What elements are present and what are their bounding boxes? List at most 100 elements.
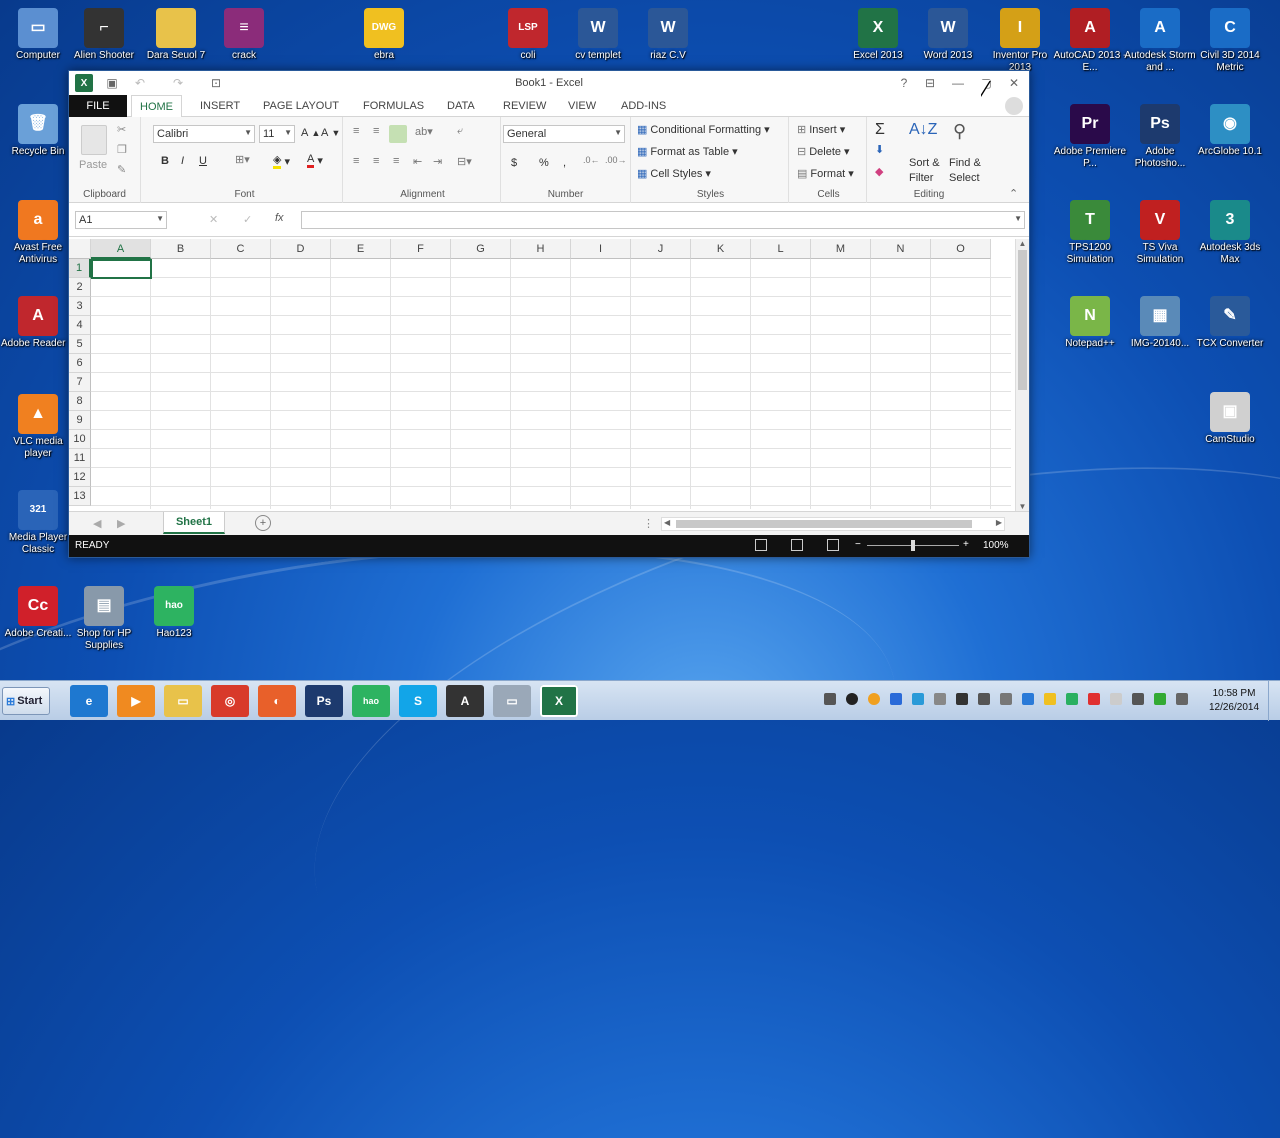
horizontal-scrollbar[interactable]: ◀ ▶	[661, 517, 1005, 531]
name-box[interactable]: A1 ▼	[75, 211, 167, 229]
enter-icon[interactable]: ✓	[243, 213, 252, 226]
desktop-icon[interactable]: Pr Adobe Premiere P...	[1052, 104, 1128, 170]
new-sheet-icon[interactable]: +	[255, 515, 271, 531]
tray-icon[interactable]	[846, 693, 858, 705]
desktop-icon[interactable]: LSP coli	[490, 8, 566, 62]
cancel-icon[interactable]: ✕	[209, 213, 218, 226]
cell-styles-button[interactable]: ▦ Cell Styles ▾	[637, 167, 711, 181]
row-header[interactable]: 9	[69, 411, 91, 430]
tray-icon[interactable]	[1066, 693, 1078, 705]
page-layout-view-icon[interactable]	[791, 539, 803, 551]
paste-button[interactable]: Paste	[79, 159, 107, 171]
power-icon[interactable]	[1176, 693, 1188, 705]
row-header[interactable]: 2	[69, 278, 91, 297]
desktop-icon[interactable]: V TS Viva Simulation	[1122, 200, 1198, 266]
desktop-icon[interactable]: A Autodesk Storm and ...	[1122, 8, 1198, 74]
row-header[interactable]: 4	[69, 316, 91, 335]
tray-icon[interactable]	[1044, 693, 1056, 705]
tab-file[interactable]: FILE	[69, 95, 127, 117]
fill-icon[interactable]: ⬇	[875, 143, 884, 156]
desktop-icon[interactable]: C Civil 3D 2014 Metric	[1192, 8, 1268, 74]
firefox-icon[interactable]: ◐	[258, 685, 296, 717]
column-header[interactable]: A	[91, 239, 151, 259]
zoom-slider[interactable]	[867, 540, 959, 551]
row-header[interactable]: 7	[69, 373, 91, 392]
ie-icon[interactable]: e	[70, 685, 108, 717]
font-size-select[interactable]: 11 ▼	[259, 125, 295, 143]
row-header[interactable]: 1	[69, 259, 91, 278]
desktop-icon[interactable]: ▭ Computer	[0, 8, 76, 62]
column-header[interactable]: B	[151, 239, 211, 259]
tab-add-ins[interactable]: ADD-INS	[621, 100, 666, 112]
desktop-icon[interactable]: ▦ IMG-20140...	[1122, 296, 1198, 350]
delete-cells-button[interactable]: ⊟ Delete ▾	[797, 145, 850, 159]
user-avatar-icon[interactable]	[1005, 97, 1023, 115]
desktop-icon[interactable]: hao Hao123	[136, 586, 212, 640]
help-button[interactable]: ?	[895, 74, 913, 92]
desktop-icon[interactable]: A Adobe Reader X	[0, 296, 76, 350]
underline-button[interactable]: U	[199, 155, 207, 167]
scroll-left-icon[interactable]: ◀	[664, 518, 670, 527]
decrease-decimal-icon[interactable]: .00→	[605, 155, 627, 165]
desktop-icon[interactable]: T TPS1200 Simulation	[1052, 200, 1128, 266]
hscroll-thumb[interactable]	[676, 520, 972, 528]
tray-icon[interactable]	[1088, 693, 1100, 705]
borders-icon[interactable]: ⊞▾	[235, 153, 250, 166]
volume-icon[interactable]	[978, 693, 990, 705]
normal-view-icon[interactable]	[755, 539, 767, 551]
formula-input[interactable]: ▼	[301, 211, 1025, 229]
desktop-icon[interactable]: 🗑 Recycle Bin	[0, 104, 76, 158]
hscroll-split-icon[interactable]: ⋮	[643, 517, 654, 530]
bold-button[interactable]: B	[161, 155, 169, 167]
column-header[interactable]: M	[811, 239, 871, 259]
scroll-right-icon[interactable]: ▶	[996, 518, 1002, 527]
next-sheet-icon[interactable]: ▶	[117, 517, 125, 530]
battery-icon[interactable]	[1154, 693, 1166, 705]
column-header[interactable]: D	[271, 239, 331, 259]
desktop-icon[interactable]: Dara Seuol 7	[138, 8, 214, 62]
grow-font-icon[interactable]: A ▲	[301, 127, 320, 139]
paste-icon[interactable]	[81, 125, 107, 155]
excel-icon[interactable]: X	[540, 685, 578, 717]
copy-icon[interactable]: ❐	[117, 143, 127, 156]
row-header[interactable]: 8	[69, 392, 91, 411]
prev-sheet-icon[interactable]: ◀	[93, 517, 101, 530]
desktop-icon[interactable]: ◉ ArcGlobe 10.1	[1192, 104, 1268, 158]
hao123-icon[interactable]: hao	[352, 685, 390, 717]
insert-cells-button[interactable]: ⊞ Insert ▾	[797, 123, 845, 137]
desktop-icon[interactable]: a Avast Free Antivirus	[0, 200, 76, 266]
desktop-icon[interactable]: A AutoCAD 2013 - E...	[1052, 8, 1128, 74]
tray-icon[interactable]	[824, 693, 836, 705]
align-center-icon[interactable]: ≡	[373, 155, 379, 167]
page-break-view-icon[interactable]	[827, 539, 839, 551]
scroll-down-icon[interactable]: ▼	[1016, 502, 1029, 511]
tray-icon[interactable]	[868, 693, 880, 705]
sort-filter-icon[interactable]: A↓Z	[909, 121, 937, 139]
tray-icon[interactable]	[1022, 693, 1034, 705]
italic-button[interactable]: I	[181, 155, 184, 167]
find-select-label[interactable]: Find &	[949, 157, 981, 169]
zoom-in-icon[interactable]: +	[963, 539, 969, 550]
desktop-icon[interactable]: ▣ CamStudio	[1192, 392, 1268, 446]
media-player-icon[interactable]: ▶	[117, 685, 155, 717]
desktop-icon[interactable]: N Notepad++	[1052, 296, 1128, 350]
desktop-icon[interactable]: ▲ VLC media player	[0, 394, 76, 460]
desktop-icon[interactable]: X Excel 2013	[840, 8, 916, 62]
collapse-ribbon-icon[interactable]: ⌃	[1009, 187, 1018, 200]
photoshop-icon[interactable]: Ps	[305, 685, 343, 717]
skype-icon[interactable]: S	[399, 685, 437, 717]
column-header[interactable]: E	[331, 239, 391, 259]
tab-review[interactable]: REVIEW	[503, 100, 546, 112]
tray-icon[interactable]	[934, 693, 946, 705]
column-header[interactable]: N	[871, 239, 931, 259]
clear-icon[interactable]: ◆	[875, 165, 883, 178]
desktop-icon[interactable]: ✎ TCX Converter	[1192, 296, 1268, 350]
font-color-icon[interactable]: A ▾	[307, 153, 323, 168]
wrap-text-icon[interactable]: ⤶	[457, 125, 463, 138]
column-header[interactable]: F	[391, 239, 451, 259]
font-name-select[interactable]: Calibri ▼	[153, 125, 255, 143]
number-format-select[interactable]: General ▼	[503, 125, 625, 143]
column-header[interactable]: O	[931, 239, 991, 259]
zoom-level[interactable]: 100%	[983, 540, 1009, 551]
align-left-icon[interactable]: ≡	[353, 155, 359, 167]
